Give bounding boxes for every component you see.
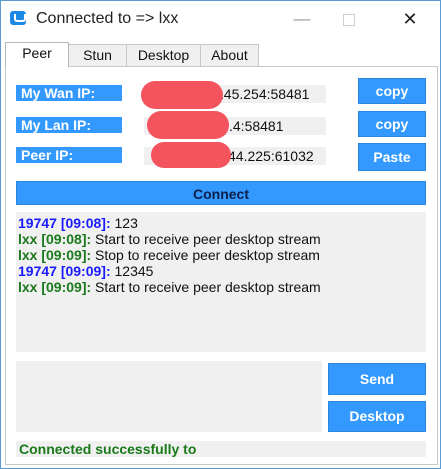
message-log[interactable]: 19747 [09:08]: 123 lxx [09:08]: Start to… (16, 212, 426, 352)
app-window: Connected to => lxx — ✕ Peer Stun Deskto… (0, 0, 441, 469)
log-entry: lxx [09:09]: Stop to receive peer deskto… (18, 247, 320, 263)
log-sender: lxx [09:09]: (18, 279, 92, 295)
connect-button[interactable]: Connect (16, 181, 426, 205)
desktop-button[interactable]: Desktop (328, 401, 426, 432)
log-sender: lxx [09:09]: (18, 247, 92, 263)
paste-button[interactable]: Paste (358, 143, 426, 171)
title-bar[interactable]: Connected to => lxx — ✕ (1, 1, 440, 37)
log-entry: lxx [09:09]: Start to receive peer deskt… (18, 279, 321, 295)
status-bar: Connected successfully to (16, 441, 426, 457)
peer-ip-label: Peer IP: (16, 147, 122, 163)
redaction-mark (147, 111, 229, 139)
tab-peer[interactable]: Peer (5, 42, 69, 67)
lan-ip-label: My Lan IP: (16, 117, 122, 133)
minimize-button[interactable]: — (279, 7, 325, 31)
log-sender: 19747 [09:08]: (18, 215, 111, 231)
log-sender: lxx [09:08]: (18, 231, 92, 247)
wan-ip-label: My Wan IP: (16, 85, 122, 101)
close-button[interactable]: ✕ (387, 7, 433, 31)
maximize-button[interactable] (326, 7, 372, 31)
log-message: Start to receive peer desktop stream (91, 231, 321, 247)
tab-desktop[interactable]: Desktop (126, 44, 201, 66)
copy-lan-button[interactable]: copy (358, 111, 426, 137)
redaction-mark (151, 142, 231, 168)
message-input[interactable] (16, 361, 322, 432)
maximize-icon (343, 14, 355, 26)
window-title: Connected to => lxx (36, 10, 179, 27)
tab-about[interactable]: About (200, 44, 259, 66)
log-message: Stop to receive peer desktop stream (91, 247, 320, 263)
redaction-mark (141, 81, 223, 109)
log-message: 123 (110, 215, 138, 231)
copy-wan-button[interactable]: copy (358, 78, 426, 104)
log-entry: 19747 [09:08]: 123 (18, 215, 138, 231)
log-sender: 19747 [09:09]: (18, 263, 111, 279)
app-icon (10, 11, 26, 25)
tab-stun[interactable]: Stun (68, 44, 127, 66)
log-entry: lxx [09:08]: Start to receive peer deskt… (18, 231, 321, 247)
send-button[interactable]: Send (328, 363, 426, 395)
log-entry: 19747 [09:09]: 12345 (18, 263, 153, 279)
log-message: Start to receive peer desktop stream (91, 279, 321, 295)
log-message: 12345 (110, 263, 154, 279)
